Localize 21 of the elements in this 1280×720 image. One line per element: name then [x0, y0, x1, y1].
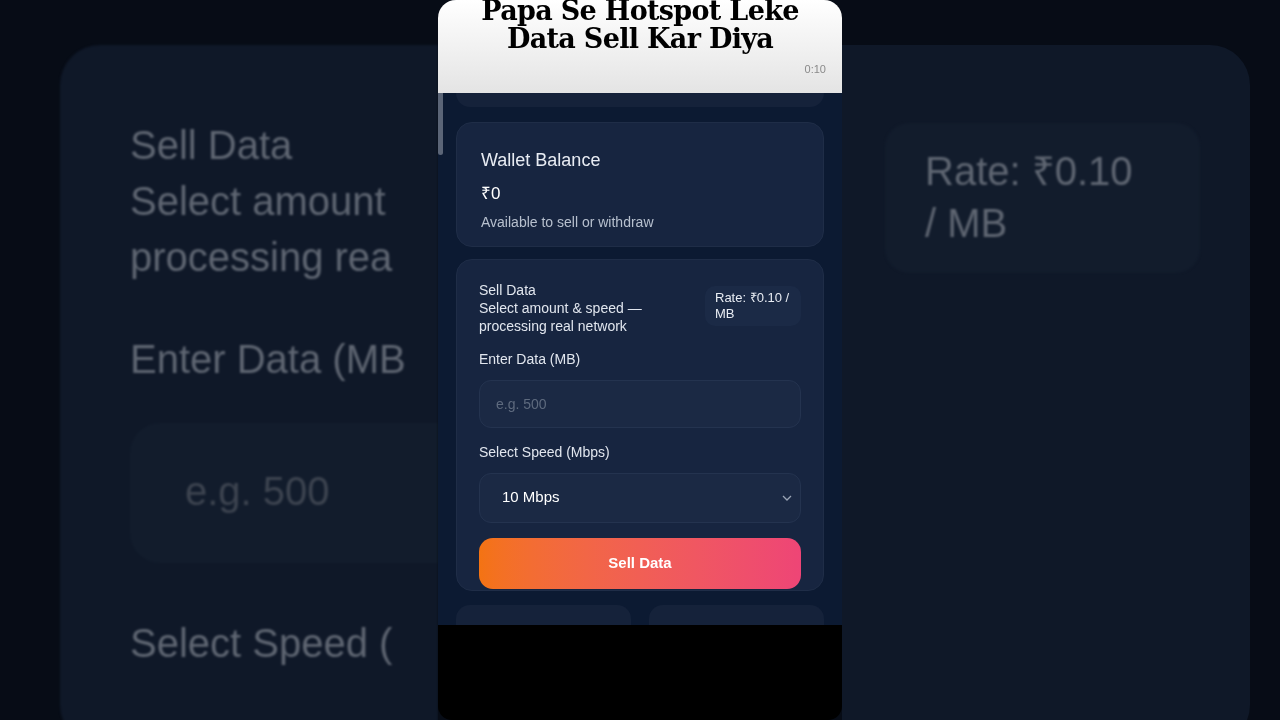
sell-subtitle: Select amount & speed — processing real network — [479, 298, 643, 335]
backdrop-text: Select amount — [130, 178, 387, 225]
timer: 0:10 — [804, 61, 826, 77]
chevron-icon — [782, 493, 792, 502]
backdrop-text: Sell Data — [130, 122, 294, 169]
sell-title: Sell Data — [479, 280, 537, 299]
wallet-amount: ₹0 — [481, 182, 502, 205]
backdrop-text: Enter Data (MB — [130, 336, 407, 383]
speed-select[interactable]: 10 Mbps — [479, 472, 801, 523]
backdrop-text: Rate: ₹0.10 — [925, 148, 1134, 195]
speed-label: Select Speed (Mbps) — [479, 442, 611, 462]
caption-title: Papa Se Hotspot Leke Data Sell Kar Diya — [480, 0, 800, 53]
backdrop-text: Select Speed ( — [130, 620, 394, 667]
data-input-field[interactable]: e.g. 500 — [479, 379, 801, 428]
backdrop-text: / MB — [925, 200, 1009, 247]
data-label: Enter Data (MB) — [479, 349, 582, 369]
wallet-title: Wallet Balance — [481, 148, 602, 172]
backdrop-text: processing rea — [130, 234, 394, 281]
scroll-bar — [438, 93, 443, 155]
wallet-note: Available to sell or withdraw — [481, 213, 655, 233]
rate-badge: Rate: ₹0.10 / MB — [705, 285, 801, 326]
